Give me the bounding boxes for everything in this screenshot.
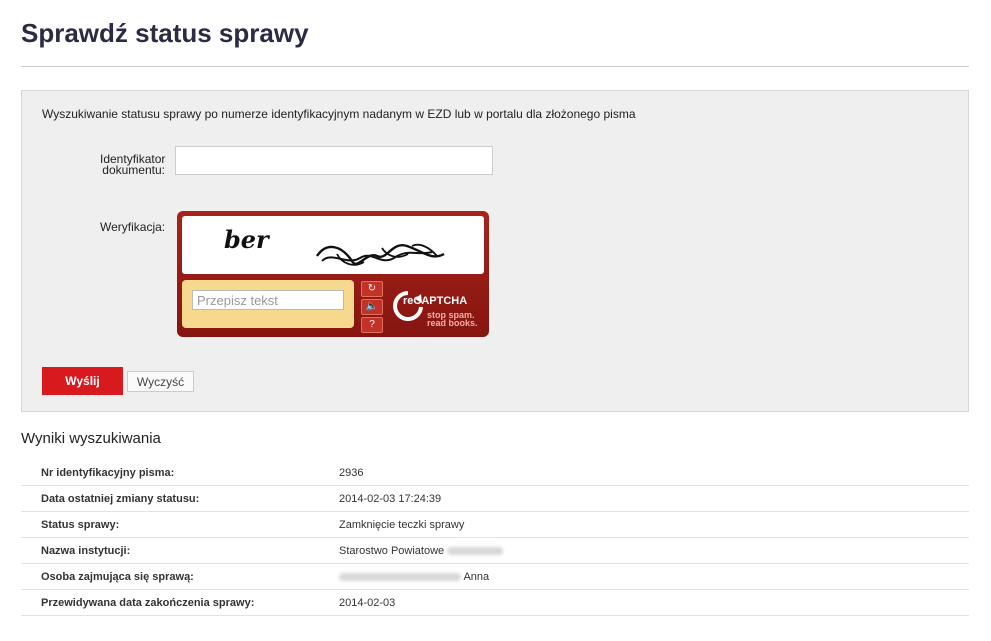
recaptcha-logo: reCAPTCHA stop spam. read books. — [391, 285, 485, 329]
result-value-cell: Anna — [339, 563, 969, 590]
result-row: Nr identyfikacyjny pisma: 2936 — [21, 460, 969, 486]
result-label: Data ostatniej zmiany statusu: — [21, 485, 339, 512]
result-value: 2936 — [339, 460, 969, 486]
result-value: 2014-02-03 17:24:39 — [339, 485, 969, 512]
result-value: 2014-02-03 — [339, 589, 969, 616]
result-value: Anna — [463, 570, 490, 583]
recaptcha-brand: reCAPTCHA — [403, 295, 468, 307]
title-divider — [21, 66, 969, 67]
result-label: Status sprawy: — [21, 511, 339, 538]
result-label: Nazwa instytucji: — [21, 537, 339, 564]
captcha-answer-area — [182, 280, 354, 328]
id-field-label: Identyfikator dokumentu: — [100, 152, 166, 177]
document-id-input[interactable] — [175, 146, 493, 175]
captcha-word: ber — [224, 225, 271, 254]
redacted-text — [447, 546, 504, 555]
results-heading: Wyniki wyszukiwania — [21, 430, 161, 447]
captcha-controls: ↻ 🔈 ? — [361, 281, 383, 333]
help-icon[interactable]: ? — [361, 317, 383, 333]
page-title: Sprawdź status sprawy — [21, 18, 309, 48]
search-description: Wyszukiwanie statusu sprawy po numerze i… — [42, 107, 636, 121]
recaptcha-widget: ber ↻ 🔈 ? reCAPTCHA stop spam.read books… — [177, 211, 489, 337]
redacted-text — [339, 572, 461, 581]
refresh-icon[interactable]: ↻ — [361, 281, 383, 297]
result-row: Nazwa instytucji: Starostwo Powiatowe — [21, 537, 969, 564]
result-label: Przewidywana data zakończenia sprawy: — [21, 589, 339, 616]
speaker-icon[interactable]: 🔈 — [361, 299, 383, 315]
captcha-response-input[interactable] — [192, 290, 344, 310]
result-row: Data ostatniej zmiany statusu: 2014-02-0… — [21, 485, 969, 512]
result-row: Osoba zajmująca się sprawą: Anna — [21, 563, 969, 590]
results-table: Nr identyfikacyjny pisma: 2936 Data osta… — [21, 460, 969, 616]
result-row: Status sprawy: Zamknięcie teczki sprawy — [21, 511, 969, 538]
verification-label: Weryfikacja: — [100, 220, 166, 234]
result-value-cell: Starostwo Powiatowe — [339, 537, 969, 564]
result-row: Przewidywana data zakończenia sprawy: 20… — [21, 589, 969, 616]
result-label: Osoba zajmująca się sprawą: — [21, 563, 339, 590]
clear-button[interactable]: Wyczyść — [127, 371, 194, 392]
result-value: Starostwo Powiatowe — [339, 544, 445, 557]
submit-button[interactable]: Wyślij — [42, 367, 123, 395]
captcha-image: ber — [182, 216, 484, 274]
captcha-image-svg: ber — [224, 225, 445, 266]
result-value: Zamknięcie teczki sprawy — [339, 511, 969, 538]
recaptcha-tagline: stop spam. read books. — [427, 310, 478, 328]
search-panel: Wyszukiwanie statusu sprawy po numerze i… — [21, 90, 969, 412]
result-label: Nr identyfikacyjny pisma: — [21, 460, 339, 486]
